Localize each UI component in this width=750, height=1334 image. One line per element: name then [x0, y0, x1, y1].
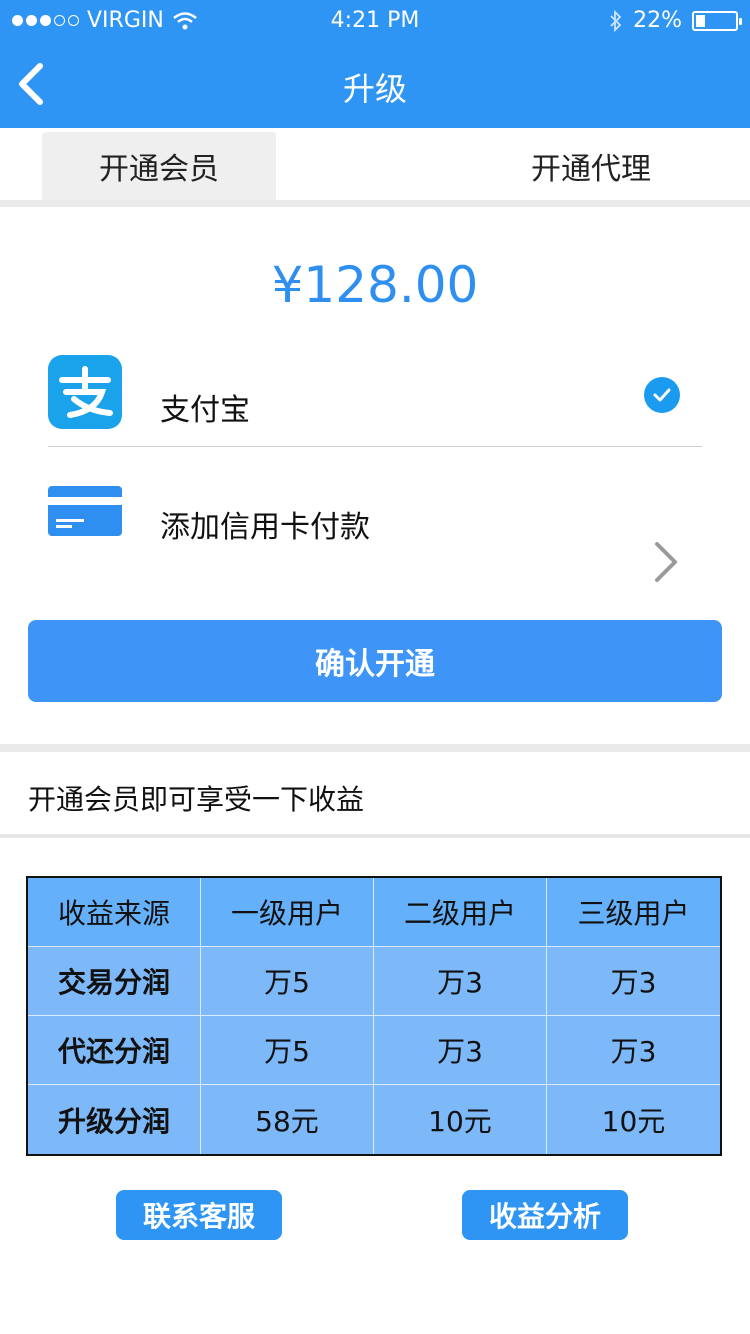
- table-row: 交易分润 万5 万3 万3: [28, 947, 720, 1015]
- divider: [0, 744, 750, 752]
- table-cell: 代还分润: [28, 1016, 201, 1084]
- divider: [0, 834, 750, 838]
- chevron-right-icon: [655, 542, 677, 582]
- battery-icon: [692, 10, 742, 31]
- benefit-title: 开通会员即可享受一下收益: [28, 783, 365, 816]
- table-cell: 万3: [374, 947, 547, 1015]
- table-cell: 万5: [201, 1016, 374, 1084]
- price-amount: ¥128.00: [271, 256, 479, 314]
- table-cell: 交易分润: [28, 947, 201, 1015]
- table-header-cell: 三级用户: [577, 897, 690, 930]
- check-icon: [644, 377, 680, 413]
- table-header-cell: 收益来源: [28, 878, 201, 946]
- payment-option-alipay[interactable]: 支付宝: [48, 355, 702, 447]
- table-row: 代还分润 万5 万3 万3: [28, 1016, 720, 1084]
- alipay-label: 支付宝: [160, 393, 250, 428]
- table-cell: 58元: [201, 1085, 374, 1154]
- divider: [0, 200, 750, 207]
- earnings-table: 收益来源 一级用户 二级用户 三级用户 交易分润 万5 万3 万3 代还分润 万…: [26, 876, 722, 1156]
- tab-open-agent[interactable]: 开通代理: [474, 132, 708, 200]
- battery-percent: 22%: [633, 8, 682, 33]
- table-cell: 10元: [374, 1085, 547, 1154]
- contact-support-button[interactable]: 联系客服: [116, 1190, 282, 1240]
- table-row: 升级分润 58元 10元 10元: [28, 1085, 720, 1154]
- table-cell: 万3: [610, 1035, 657, 1068]
- status-bar: VIRGIN 4:21 PM 22%: [0, 0, 750, 40]
- tab-open-membership[interactable]: 开通会员: [42, 132, 276, 200]
- table-header-cell: 一级用户: [201, 878, 374, 946]
- page-title: 升级: [342, 70, 407, 108]
- table-cell: 万5: [201, 947, 374, 1015]
- table-cell: 升级分润: [28, 1085, 201, 1154]
- nav-bar: 升级: [0, 40, 750, 128]
- earnings-analysis-button[interactable]: 收益分析: [462, 1190, 628, 1240]
- table-header-cell: 二级用户: [374, 878, 547, 946]
- payment-option-credit-card[interactable]: 添加信用卡付款: [48, 484, 702, 594]
- table-header-row: 收益来源 一级用户 二级用户 三级用户: [28, 878, 720, 946]
- confirm-open-button[interactable]: 确认开通: [28, 620, 722, 702]
- table-cell: 10元: [601, 1104, 666, 1138]
- status-right: 22%: [609, 8, 742, 33]
- table-cell: 万3: [374, 1016, 547, 1084]
- bluetooth-icon: [610, 9, 622, 32]
- table-cell: 万3: [610, 966, 657, 999]
- tab-bar: 开通会员 开通代理: [0, 128, 750, 200]
- credit-card-label: 添加信用卡付款: [160, 510, 370, 545]
- alipay-icon: [48, 355, 122, 429]
- credit-card-icon: [48, 486, 122, 536]
- app-header: VIRGIN 4:21 PM 22% 升级: [0, 0, 750, 128]
